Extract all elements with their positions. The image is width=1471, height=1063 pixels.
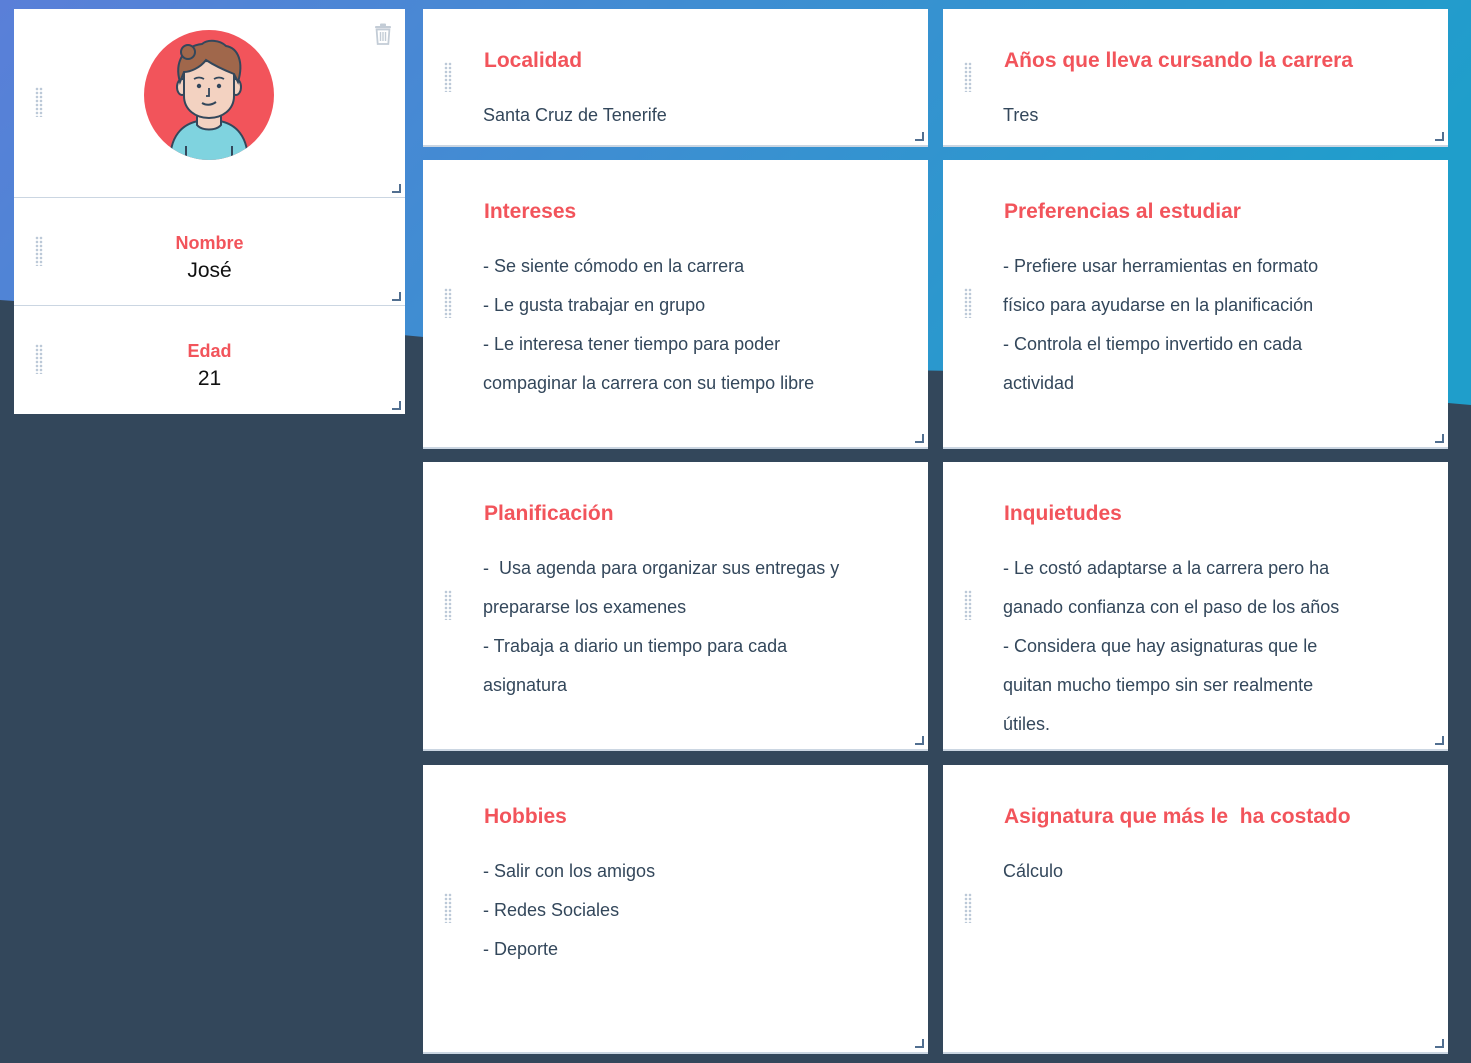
drag-handle-icon[interactable]	[444, 288, 452, 318]
card-title: Años que lleva cursando la carrera	[1004, 49, 1353, 72]
card-title: Localidad	[484, 49, 583, 72]
card-line: - Salir con los amigos	[483, 861, 656, 881]
card-line: - Deporte	[483, 939, 559, 959]
name-value: José	[187, 259, 232, 282]
card-line: - Le interesa tener tiempo para poder	[483, 334, 781, 354]
drag-handle-icon[interactable]	[444, 62, 452, 92]
preferencias-card[interactable]: Preferencias al estudiar - Prefiere usar…	[943, 160, 1448, 449]
name-label: Nombre	[175, 233, 244, 253]
drag-handle-icon[interactable]	[964, 590, 972, 620]
card-line: compaginar la carrera con su tiempo libr…	[483, 373, 815, 393]
card-content: Santa Cruz de Tenerife	[483, 96, 883, 135]
resize-handle-icon[interactable]	[915, 1039, 924, 1048]
card-line: Cálculo	[1003, 861, 1064, 881]
resize-handle-icon[interactable]	[1435, 132, 1444, 141]
avatar-card[interactable]	[14, 9, 405, 198]
resize-handle-icon[interactable]	[1435, 736, 1444, 745]
drag-handle-icon[interactable]	[964, 62, 972, 92]
card-line: útiles.	[1003, 714, 1051, 734]
inquietudes-card[interactable]: Inquietudes - Le costó adaptarse a la ca…	[943, 462, 1448, 751]
drag-handle-icon[interactable]	[444, 893, 452, 923]
card-line: - Redes Sociales	[483, 900, 620, 920]
card-line: Santa Cruz de Tenerife	[483, 105, 667, 125]
resize-handle-icon[interactable]	[1435, 434, 1444, 443]
card-title: Hobbies	[484, 805, 567, 828]
card-line: - Se siente cómodo en la carrera	[483, 256, 745, 276]
resize-handle-icon[interactable]	[392, 292, 401, 301]
card-title: Inquietudes	[1004, 502, 1122, 525]
age-card[interactable]: Edad 21	[14, 306, 405, 414]
card-line: - Considera que hay asignaturas que le	[1003, 636, 1318, 656]
card-line: - Usa agenda para organizar sus entregas…	[483, 558, 840, 578]
localidad-card[interactable]: Localidad Santa Cruz de Tenerife	[423, 9, 928, 147]
resize-handle-icon[interactable]	[915, 434, 924, 443]
planificacion-card[interactable]: Planificación - Usa agenda para organiza…	[423, 462, 928, 751]
resize-handle-icon[interactable]	[392, 184, 401, 193]
drag-handle-icon[interactable]	[964, 893, 972, 923]
card-line: actividad	[1003, 373, 1075, 393]
card-content: - Le costó adaptarse a la carrera pero h…	[1003, 549, 1403, 744]
card-content: Cálculo	[1003, 852, 1403, 891]
card-content: - Usa agenda para organizar sus entregas…	[483, 549, 883, 705]
card-line: ganado confianza con el paso de los años	[1003, 597, 1340, 617]
resize-handle-icon[interactable]	[392, 401, 401, 410]
card-line: - Le gusta trabajar en grupo	[483, 295, 706, 315]
card-line: - Le costó adaptarse a la carrera pero h…	[1003, 558, 1330, 578]
card-content: Tres	[1003, 96, 1403, 135]
card-line: - Prefiere usar herramientas en formato	[1003, 256, 1319, 276]
trash-icon[interactable]	[374, 23, 392, 45]
drag-handle-icon[interactable]	[444, 590, 452, 620]
card-title: Preferencias al estudiar	[1004, 200, 1241, 223]
card-content: - Prefiere usar herramientas en formato …	[1003, 247, 1403, 403]
age-value: 21	[197, 367, 222, 390]
card-line: físico para ayudarse en la planificación	[1003, 295, 1314, 315]
age-label: Edad	[187, 341, 232, 361]
resize-handle-icon[interactable]	[915, 736, 924, 745]
resize-handle-icon[interactable]	[915, 132, 924, 141]
card-line: Tres	[1003, 105, 1039, 125]
card-title: Planificación	[484, 502, 614, 525]
resize-handle-icon[interactable]	[1435, 1039, 1444, 1048]
card-content: - Se siente cómodo en la carrera - Le gu…	[483, 247, 883, 403]
male-avatar-icon	[144, 30, 274, 160]
drag-handle-icon[interactable]	[964, 288, 972, 318]
anios-card[interactable]: Años que lleva cursando la carrera Tres	[943, 9, 1448, 147]
card-line: asignatura	[483, 675, 568, 695]
card-line: quitan mucho tiempo sin ser realmente	[1003, 675, 1314, 695]
card-content: - Salir con los amigos - Redes Sociales …	[483, 852, 883, 969]
hobbies-card[interactable]: Hobbies - Salir con los amigos - Redes S…	[423, 765, 928, 1054]
name-card[interactable]: Nombre José	[14, 198, 405, 306]
card-title: Asignatura que más le ha costado	[1004, 805, 1351, 828]
card-line: prepararse los examenes	[483, 597, 687, 617]
card-line: - Trabaja a diario un tiempo para cada	[483, 636, 788, 656]
card-line: - Controla el tiempo invertido en cada	[1003, 334, 1303, 354]
card-title: Intereses	[484, 200, 577, 223]
drag-handle-icon[interactable]	[35, 87, 43, 117]
intereses-card[interactable]: Intereses - Se siente cómodo en la carre…	[423, 160, 928, 449]
asignatura-card[interactable]: Asignatura que más le ha costado Cálculo	[943, 765, 1448, 1054]
